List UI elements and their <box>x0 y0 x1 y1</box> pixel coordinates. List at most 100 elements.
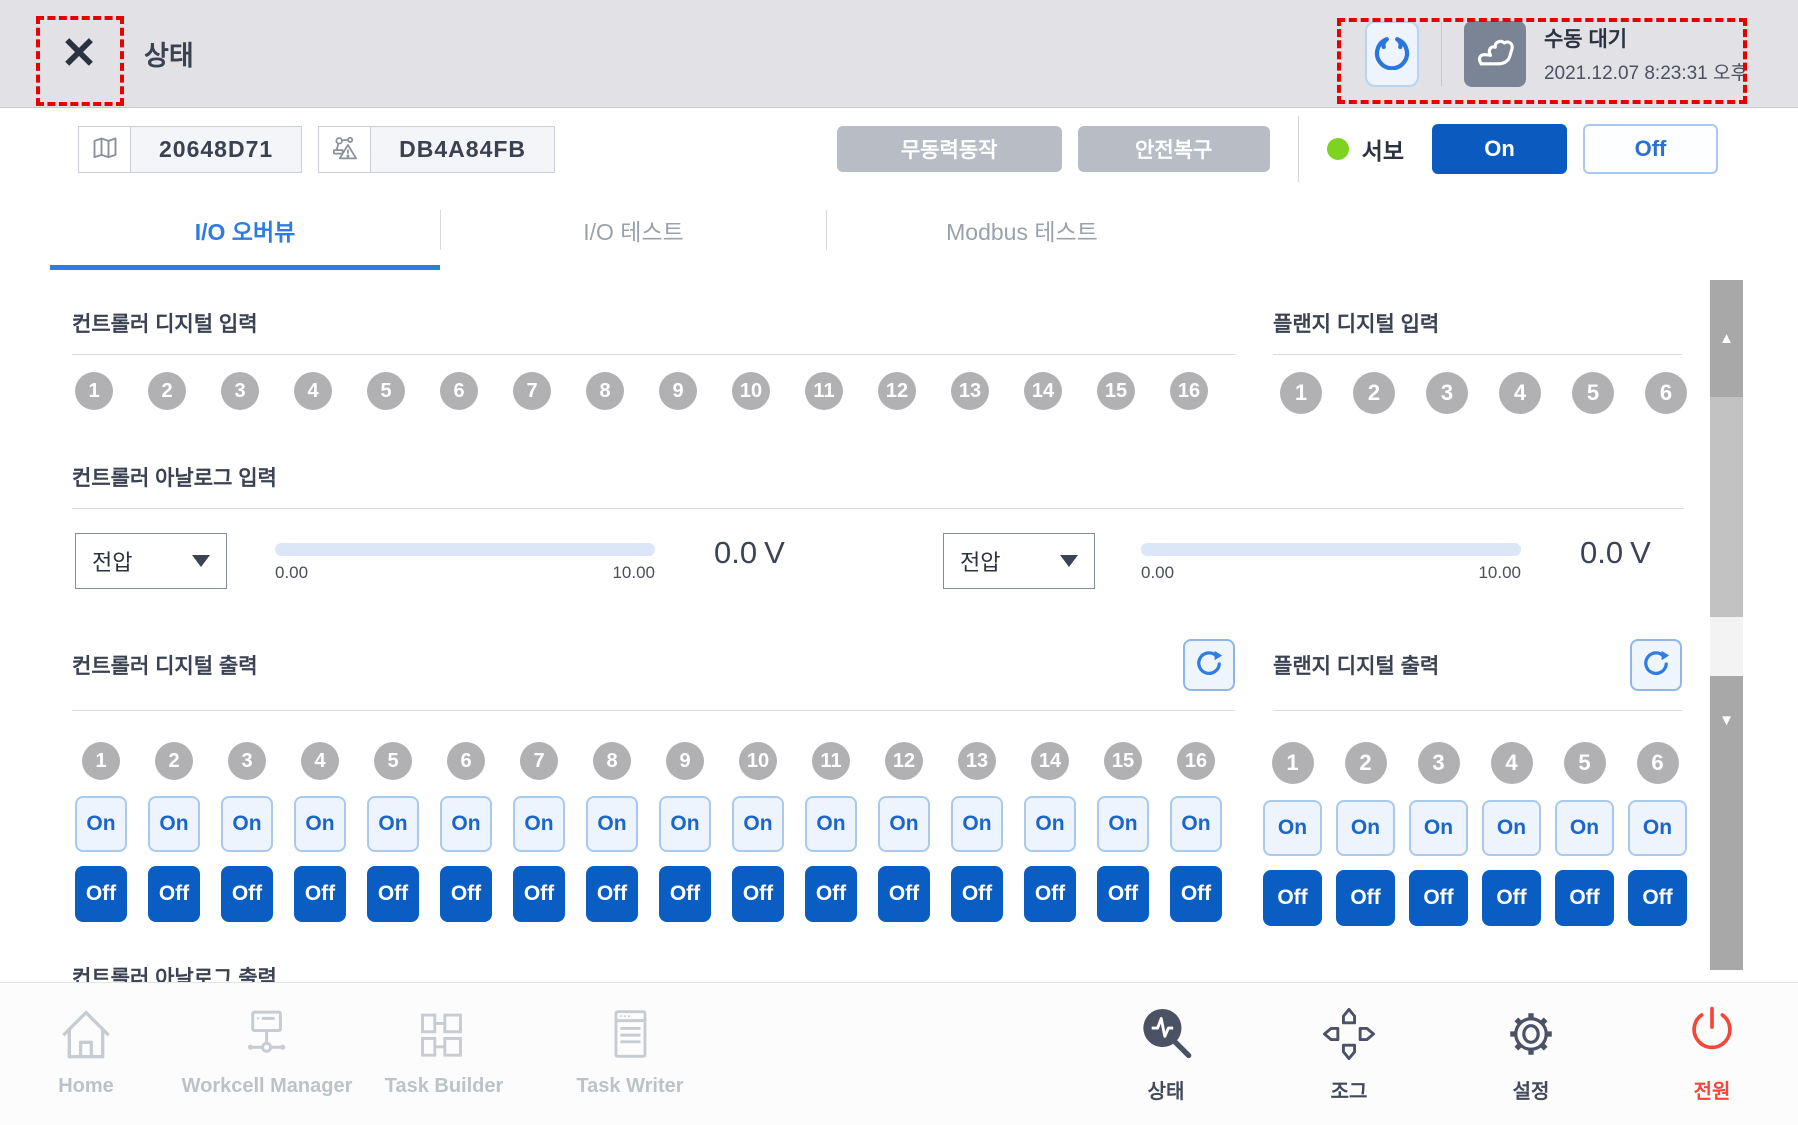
do-5-off-button[interactable]: Off <box>367 866 419 922</box>
output-channel-13: 13OnOff <box>951 742 1003 922</box>
output-channel-2: 2OnOff <box>148 742 200 922</box>
slider-scale: 0.00 10.00 <box>1141 563 1521 583</box>
do-1-off-button[interactable]: Off <box>75 866 127 922</box>
do-4-off-button[interactable]: Off <box>1482 870 1541 926</box>
channel-indicator-6: 6 <box>440 372 478 410</box>
do-2-off-button[interactable]: Off <box>148 866 200 922</box>
do-3-on-button[interactable]: On <box>221 796 273 852</box>
servo-on-button[interactable]: On <box>1432 124 1567 174</box>
scrollbar-thumb[interactable] <box>1710 397 1743 617</box>
do-2-on-button[interactable]: On <box>1336 800 1395 856</box>
do-9-on-button[interactable]: On <box>659 796 711 852</box>
slider-max: 10.00 <box>1478 563 1521 583</box>
nav-task-writer[interactable]: Task Writer <box>576 997 683 1098</box>
scrollbar-down-button[interactable]: ▼ <box>1710 676 1743 970</box>
output-channel-11: 11OnOff <box>805 742 857 922</box>
nav-label: Home <box>55 1075 117 1098</box>
do-15-on-button[interactable]: On <box>1097 796 1149 852</box>
controller-di-circles: 12345678910111213141516 <box>72 372 1235 410</box>
servo-off-button[interactable]: Off <box>1583 124 1718 174</box>
do-11-off-button[interactable]: Off <box>805 866 857 922</box>
robot-gripper-button[interactable] <box>1365 21 1419 87</box>
do-15-off-button[interactable]: Off <box>1097 866 1149 922</box>
output-channel-5: 5OnOff <box>367 742 419 922</box>
do-12-on-button[interactable]: On <box>878 796 930 852</box>
task-builder-icon <box>385 997 504 1071</box>
do-13-on-button[interactable]: On <box>951 796 1003 852</box>
refresh-controller-do-button[interactable] <box>1183 639 1235 691</box>
tab-modbus-test[interactable]: Modbus 테스트 <box>827 190 1217 270</box>
do-6-on-button[interactable]: On <box>1628 800 1687 856</box>
do-4-on-button[interactable]: On <box>294 796 346 852</box>
refresh-icon <box>1194 649 1224 682</box>
do-4-off-button[interactable]: Off <box>294 866 346 922</box>
do-14-off-button[interactable]: Off <box>1024 866 1076 922</box>
tab-io-overview[interactable]: I/O 오버뷰 <box>50 190 440 270</box>
hand-guide-icon <box>1473 29 1517 78</box>
channel-indicator-12: 12 <box>878 372 916 410</box>
nav-settings[interactable]: 설정 <box>1501 997 1561 1104</box>
do-14-on-button[interactable]: On <box>1024 796 1076 852</box>
do-8-off-button[interactable]: Off <box>586 866 638 922</box>
do-10-off-button[interactable]: Off <box>732 866 784 922</box>
do-3-off-button[interactable]: Off <box>1409 870 1468 926</box>
do-5-on-button[interactable]: On <box>1555 800 1614 856</box>
gear-icon <box>1501 997 1561 1071</box>
nav-status[interactable]: 상태 <box>1135 997 1197 1104</box>
controller-serial-badge[interactable]: DB4A84FB <box>318 126 555 173</box>
section-title: 컨트롤러 아날로그 출력 <box>72 962 1235 982</box>
do-6-on-button[interactable]: On <box>440 796 492 852</box>
scrollbar-track[interactable] <box>1710 617 1743 676</box>
do-16-on-button[interactable]: On <box>1170 796 1222 852</box>
do-10-on-button[interactable]: On <box>732 796 784 852</box>
nav-workcell-manager[interactable]: Workcell Manager <box>182 997 353 1098</box>
slider-track[interactable] <box>1141 543 1521 556</box>
nav-power[interactable]: 전원 <box>1682 997 1742 1104</box>
nav-task-builder[interactable]: Task Builder <box>385 997 504 1098</box>
slider-max: 10.00 <box>612 563 655 583</box>
do-16-off-button[interactable]: Off <box>1170 866 1222 922</box>
safety-recovery-button[interactable]: 안전복구 <box>1078 126 1270 172</box>
robot-mode-status[interactable] <box>1464 21 1526 87</box>
do-5-off-button[interactable]: Off <box>1555 870 1614 926</box>
refresh-flange-do-button[interactable] <box>1630 639 1682 691</box>
do-3-on-button[interactable]: On <box>1409 800 1468 856</box>
analog-slider-2[interactable]: 0.00 10.00 <box>1141 543 1521 583</box>
do-12-off-button[interactable]: Off <box>878 866 930 922</box>
robot-serial-badge[interactable]: 20648D71 <box>78 126 302 173</box>
channel-indicator-1: 1 <box>1280 372 1322 414</box>
do-9-off-button[interactable]: Off <box>659 866 711 922</box>
backdrive-button[interactable]: 무동력동작 <box>837 126 1062 172</box>
analog-type-select-1[interactable]: 전압 <box>75 533 227 589</box>
page-title: 상태 <box>144 34 194 73</box>
do-7-on-button[interactable]: On <box>513 796 565 852</box>
do-13-off-button[interactable]: Off <box>951 866 1003 922</box>
do-3-off-button[interactable]: Off <box>221 866 273 922</box>
tab-io-test[interactable]: I/O 테스트 <box>441 190 826 270</box>
analog-slider-1[interactable]: 0.00 10.00 <box>275 543 655 583</box>
do-1-on-button[interactable]: On <box>1263 800 1322 856</box>
do-5-on-button[interactable]: On <box>367 796 419 852</box>
output-channel-1: 1OnOff <box>75 742 127 922</box>
do-6-off-button[interactable]: Off <box>440 866 492 922</box>
analog-type-select-2[interactable]: 전압 <box>943 533 1095 589</box>
nav-jog[interactable]: 조그 <box>1320 997 1378 1104</box>
scrollbar-up-button[interactable]: ▲ <box>1710 280 1743 397</box>
do-1-on-button[interactable]: On <box>75 796 127 852</box>
do-7-off-button[interactable]: Off <box>513 866 565 922</box>
close-button[interactable]: ✕ <box>50 25 108 83</box>
slider-track[interactable] <box>275 543 655 556</box>
gripper-icon <box>1374 34 1410 73</box>
nav-home[interactable]: Home <box>55 997 117 1098</box>
do-4-on-button[interactable]: On <box>1482 800 1541 856</box>
section-controller-analog-input: 컨트롤러 아날로그 입력 전압 0.00 10.00 0.0 V <box>72 462 1684 629</box>
vertical-scrollbar[interactable]: ▲ ▼ <box>1710 280 1743 970</box>
channel-indicator-15: 15 <box>1097 372 1135 410</box>
do-2-on-button[interactable]: On <box>148 796 200 852</box>
do-1-off-button[interactable]: Off <box>1263 870 1322 926</box>
do-8-on-button[interactable]: On <box>586 796 638 852</box>
channel-indicator-2: 2 <box>1345 742 1387 784</box>
do-2-off-button[interactable]: Off <box>1336 870 1395 926</box>
do-11-on-button[interactable]: On <box>805 796 857 852</box>
do-6-off-button[interactable]: Off <box>1628 870 1687 926</box>
